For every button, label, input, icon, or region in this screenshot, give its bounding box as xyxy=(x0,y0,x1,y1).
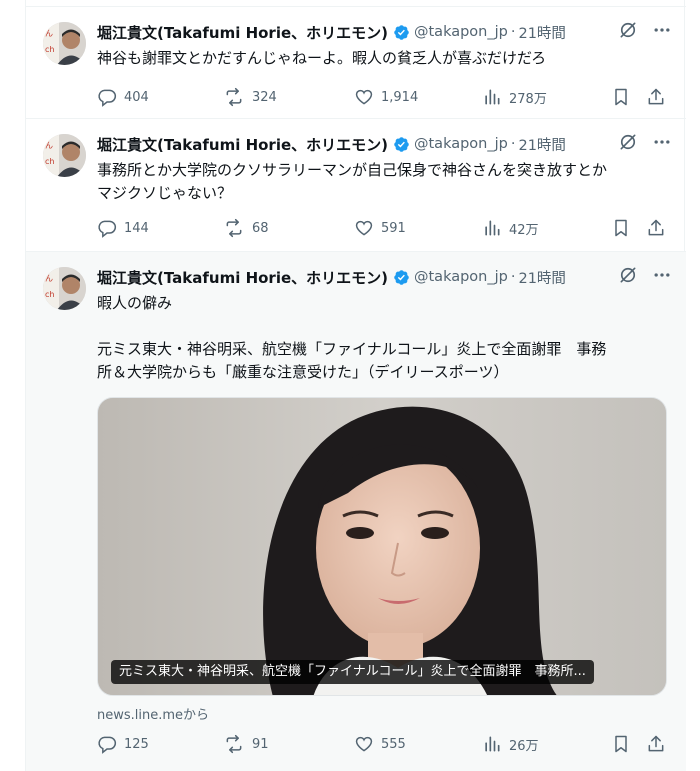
svg-text:ん: ん xyxy=(45,274,53,283)
link-card[interactable]: 元ミス東大・神谷明采、航空機「ファイナルコール」炎上で全面謝罪 事務所... xyxy=(97,397,667,696)
views-button[interactable]: 278万 xyxy=(482,87,547,107)
separator: · xyxy=(510,24,516,40)
separator: · xyxy=(510,136,516,152)
retweet-icon xyxy=(226,218,242,238)
tweet-actions: 404 324 1,914 278万 xyxy=(97,87,672,109)
card-caption: 元ミス東大・神谷明采、航空機「ファイナルコール」炎上で全面謝罪 事務所... xyxy=(111,660,594,684)
more-icon[interactable] xyxy=(652,20,672,40)
views-button[interactable]: 42万 xyxy=(482,218,539,238)
share-button[interactable] xyxy=(646,734,666,754)
share-icon xyxy=(648,88,664,105)
bookmark-button[interactable] xyxy=(611,87,631,107)
bookmark-icon xyxy=(615,735,627,753)
like-button[interactable]: 1,914 xyxy=(354,87,418,107)
bookmark-button[interactable] xyxy=(611,734,631,754)
more-icon[interactable] xyxy=(652,265,672,285)
tweet[interactable]: ん ch 堀江貴文(Takafumi Horie、ホリエモン) @takapon… xyxy=(26,6,686,119)
like-button[interactable]: 591 xyxy=(354,218,406,238)
share-icon xyxy=(648,219,664,236)
timestamp[interactable]: 21時間 xyxy=(518,267,565,288)
tweet[interactable]: ん ch 堀江貴文(Takafumi Horie、ホリエモン) @takapon… xyxy=(26,119,686,252)
author-handle[interactable]: @takapon_jp xyxy=(414,24,508,40)
views-count: 42万 xyxy=(509,222,539,238)
views-count: 278万 xyxy=(509,91,547,107)
retweet-icon xyxy=(226,734,242,754)
retweet-count: 324 xyxy=(252,89,277,105)
bookmark-icon xyxy=(615,219,627,237)
like-icon xyxy=(355,220,373,236)
views-icon xyxy=(485,220,500,236)
like-icon xyxy=(355,736,373,752)
retweet-count: 68 xyxy=(252,220,269,236)
tweet[interactable]: ん ch 堀江貴文(Takafumi Horie、ホリエモン) @takapon… xyxy=(26,252,686,771)
tweet-actions: 144 68 591 42万 xyxy=(97,218,672,240)
like-count: 1,914 xyxy=(381,89,419,105)
tweet-actions: 125 91 555 26万 xyxy=(97,734,672,756)
card-source[interactable]: news.line.meから xyxy=(97,704,209,723)
avatar[interactable]: ん ch xyxy=(43,22,86,65)
share-button[interactable] xyxy=(646,87,666,107)
more-icon[interactable] xyxy=(652,132,672,152)
tweet-header: 堀江貴文(Takafumi Horie、ホリエモン) @takapon_jp ·… xyxy=(97,132,672,156)
share-icon xyxy=(648,735,664,752)
author-handle[interactable]: @takapon_jp xyxy=(414,136,508,152)
like-button[interactable]: 555 xyxy=(354,734,406,754)
reply-button[interactable]: 144 xyxy=(97,218,149,238)
bookmark-button[interactable] xyxy=(611,218,631,238)
retweet-button[interactable]: 91 xyxy=(223,734,269,754)
reply-count: 404 xyxy=(124,89,149,105)
views-icon xyxy=(485,89,500,105)
reply-button[interactable]: 404 xyxy=(97,87,149,107)
views-count: 26万 xyxy=(509,738,539,754)
author-handle[interactable]: @takapon_jp xyxy=(414,269,508,285)
timeline: ん ch 堀江貴文(Takafumi Horie、ホリエモン) @takapon… xyxy=(25,0,686,771)
tweet-text: 暇人の僻み 元ミス東大・神谷明采、航空機「ファイナルコール」炎上で全面謝罪 事務… xyxy=(97,294,607,381)
reply-icon xyxy=(98,220,117,238)
like-count: 555 xyxy=(381,736,406,752)
avatar[interactable]: ん ch xyxy=(43,267,86,310)
tweet-header: 堀江貴文(Takafumi Horie、ホリエモン) @takapon_jp ·… xyxy=(97,265,672,289)
author-name[interactable]: 堀江貴文(Takafumi Horie、ホリエモン) xyxy=(97,134,388,155)
author-name[interactable]: 堀江貴文(Takafumi Horie、ホリエモン) xyxy=(97,267,388,288)
retweet-icon xyxy=(226,87,242,107)
card-image xyxy=(98,398,666,695)
retweet-count: 91 xyxy=(252,736,269,752)
verified-badge-icon xyxy=(393,24,410,41)
author-name[interactable]: 堀江貴文(Takafumi Horie、ホリエモン) xyxy=(97,22,388,43)
reply-count: 125 xyxy=(124,736,149,752)
avatar[interactable]: ん ch xyxy=(43,134,86,177)
share-button[interactable] xyxy=(646,218,666,238)
timestamp[interactable]: 21時間 xyxy=(518,22,565,43)
tweet-text: 事務所とか大学院のクソサラリーマンが自己保身で神谷さんを突き放すとか マジクソじ… xyxy=(97,161,608,202)
svg-text:ん: ん xyxy=(45,29,53,38)
tweet-text: 神谷も謝罪文とかだすんじゃねーよ。暇人の貧乏人が喜ぶだけだろ xyxy=(97,49,547,67)
like-count: 591 xyxy=(381,220,406,236)
reply-count: 144 xyxy=(124,220,149,236)
retweet-button[interactable]: 68 xyxy=(223,218,269,238)
grok-icon[interactable] xyxy=(618,265,638,285)
separator: · xyxy=(510,269,516,285)
views-button[interactable]: 26万 xyxy=(482,734,539,754)
reply-icon xyxy=(98,736,117,754)
views-icon xyxy=(485,736,500,752)
grok-icon[interactable] xyxy=(618,132,638,152)
reply-button[interactable]: 125 xyxy=(97,734,149,754)
verified-badge-icon xyxy=(393,269,410,286)
retweet-button[interactable]: 324 xyxy=(223,87,277,107)
bookmark-icon xyxy=(615,88,627,106)
grok-icon[interactable] xyxy=(618,20,638,40)
svg-text:ch: ch xyxy=(45,290,54,299)
reply-icon xyxy=(98,89,117,107)
svg-text:ch: ch xyxy=(45,157,54,166)
svg-text:ん: ん xyxy=(45,141,53,150)
timestamp[interactable]: 21時間 xyxy=(518,134,565,155)
verified-badge-icon xyxy=(393,136,410,153)
tweet-header: 堀江貴文(Takafumi Horie、ホリエモン) @takapon_jp ·… xyxy=(97,20,672,44)
svg-text:ch: ch xyxy=(45,45,54,54)
like-icon xyxy=(355,89,373,105)
